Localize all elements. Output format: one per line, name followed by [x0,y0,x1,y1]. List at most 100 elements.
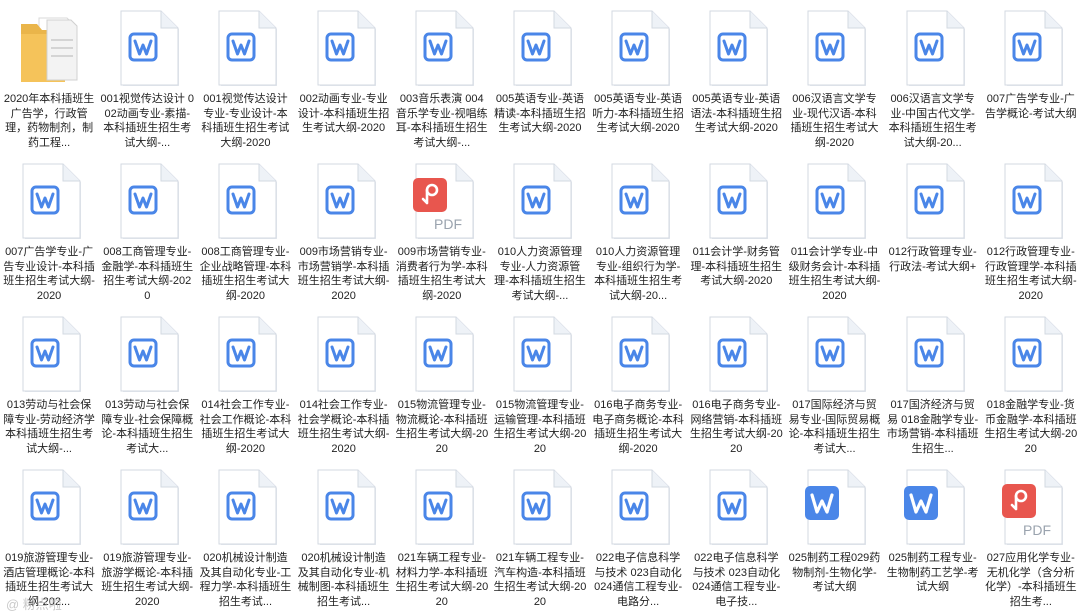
file-name-label: 007广告学专业-广告学概论-考试大纲 [984,93,1077,120]
word-doc-icon [115,163,180,239]
word-doc-icon [999,10,1063,86]
word-doc-icon [213,316,278,392]
file-item[interactable]: 015物流管理专业-运输管理-本科插班生招生考试大纲-2020 [491,306,589,459]
file-item[interactable]: 008工商管理专业-企业战略管理-本科插班生招生考试大纲-2020 [196,153,294,306]
word-doc-icon [802,10,867,86]
word-doc-icon [999,163,1063,239]
file-name-label: 016电子商务专业-电子商务概论-本科插班生招生考试大纲-2020 [592,399,684,455]
file-item[interactable]: 013劳动与社会保障专业-劳动经济学本科插班生招生考试大纲-... [0,306,98,459]
file-item[interactable]: 014社会工作专业-社会学概论-本科插班生招生考试大纲-2020 [295,306,393,459]
word-doc-icon [606,10,671,86]
word-doc-icon [508,316,572,392]
file-item[interactable]: 001视觉传达设计专业-专业设计-本科插班生招生考试大纲-2020 [196,0,294,153]
file-name-label: 010人力资源管理专业-组织行为学-本科插班生招生考试大纲-20... [594,246,683,302]
file-item[interactable]: 014社会工作专业-社会工作概论-本科插班生招生考试大纲-2020 [196,306,294,459]
file-item[interactable]: 2020年本科插班生广告学，行政管理，药物制剂，制药工程... [0,0,98,153]
file-item[interactable]: 005英语专业-英语听力-本科插班生招生考试大纲-2020 [589,0,687,153]
file-item[interactable]: 009市场营销专业-市场营销学-本科插班生招生考试大纲-2020 [295,153,393,306]
word-doc-icon [802,163,867,239]
file-item[interactable]: 018金融学专业-货币金融学-本科插班生招生考试大纲-2020 [982,306,1080,459]
file-item[interactable]: 003音乐表演 004音乐学专业-视唱练耳-本科插班生招生考试大纲-... [393,0,491,153]
file-item[interactable]: 016电子商务专业-电子商务概论-本科插班生招生考试大纲-2020 [589,306,687,459]
file-name-label: 006汉语言文学专业-现代汉语-本科插班生招生考试大纲-2020 [790,93,879,149]
word-doc-icon [410,316,474,392]
file-item[interactable]: 022电子信息科学与技术 023自动化 024通信工程专业-电子技... [687,459,785,612]
file-name-label: 010人力资源管理专业-人力资源管理-本科插班生招生考试大纲-... [494,246,586,302]
file-item[interactable]: 012行政管理专业-行政管理学-本科插班生招生考试大纲-2020 [982,153,1080,306]
pdf-doc-icon: PDF [410,163,474,239]
word-doc-icon [115,469,180,545]
file-item[interactable]: 015物流管理专业-物流概论-本科插班生招生考试大纲-2020 [393,306,491,459]
file-item[interactable]: 022电子信息科学与技术 023自动化 024通信工程专业-电路分... [589,459,687,612]
word-doc-icon [606,163,671,239]
file-item[interactable]: 006汉语言文学专业-现代汉语-本科插班生招生考试大纲-2020 [785,0,883,153]
file-item[interactable]: 017国际经济与贸易专业-国际贸易概论-本科插班生招生考试大... [785,306,883,459]
file-item[interactable]: 025制药工程029药物制剂-生物化学-考试大纲 [785,459,883,612]
file-item[interactable]: 010人力资源管理专业-组织行为学-本科插班生招生考试大纲-20... [589,153,687,306]
word-doc-icon [704,163,769,239]
file-item[interactable]: 019旅游管理专业-酒店管理概论-本科插班生招生考试大纲-202... [0,459,98,612]
word-doc-icon [213,163,278,239]
file-item[interactable]: 005英语专业-英语语法-本科插班生招生考试大纲-2020 [687,0,785,153]
file-item[interactable]: 011会计学-财务管理-本科插班生招生考试大纲-2020 [687,153,785,306]
file-name-label: 012行政管理专业-行政法-考试大纲+ [888,246,977,273]
file-name-label: 005英语专业-英语精读-本科插班生招生考试大纲-2020 [494,93,586,135]
file-item[interactable]: 002动画专业-专业设计-本科插班生招生考试大纲-2020 [295,0,393,153]
file-item[interactable]: 019旅游管理专业-旅游学概论-本科插班生招生考试大纲-2020 [98,459,196,612]
word-doc-icon [901,469,965,545]
word-doc-icon [704,316,769,392]
file-item[interactable]: PDF 027应用化学专业-无机化学（含分析化学）-本科插班生招生考... [982,459,1080,612]
file-name-label: 022电子信息科学与技术 023自动化 024通信工程专业-电子技... [692,552,781,608]
file-item[interactable]: 021车辆工程专业-材料力学-本科插班生招生考试大纲-2020 [393,459,491,612]
file-name-label: 001视觉传达设计专业-专业设计-本科插班生招生考试大纲-2020 [201,93,290,149]
file-name-label: 025制药工程029药物制剂-生物化学-考试大纲 [788,552,881,594]
file-name-label: 020机械设计制造及其自动化专业-工程力学-本科插班生招生考试... [199,552,292,608]
file-item[interactable]: 008工商管理专业-金融学-本科插班生招生考试大纲-2020 [98,153,196,306]
file-name-label: 022电子信息科学与技术 023自动化 024通信工程专业-电路分... [594,552,683,608]
file-item[interactable]: 020机械设计制造及其自动化专业-工程力学-本科插班生招生考试... [196,459,294,612]
file-name-label: 2020年本科插班生广告学，行政管理，药物制剂，制药工程... [3,93,95,149]
word-doc-icon [901,163,965,239]
file-item[interactable]: 005英语专业-英语精读-本科插班生招生考试大纲-2020 [491,0,589,153]
file-name-label: 009市场营销专业-市场营销学-本科插班生招生考试大纲-2020 [297,246,390,302]
file-item[interactable]: 020机械设计制造及其自动化专业-机械制图-本科插班生招生考试... [295,459,393,612]
word-doc-icon [410,469,474,545]
file-item[interactable]: 013劳动与社会保障专业-社会保障概论-本科插班生招生考试大... [98,306,196,459]
pdf-doc-icon: PDF [999,469,1063,545]
file-name-label: 003音乐表演 004音乐学专业-视唱练耳-本科插班生招生考试大纲-... [395,93,488,149]
file-item[interactable]: 001视觉传达设计 002动画专业-素描-本科插班生招生考试大纲-... [98,0,196,153]
word-doc-icon [704,469,769,545]
file-name-label: 019旅游管理专业-酒店管理概论-本科插班生招生考试大纲-202... [3,552,95,608]
file-item[interactable]: 007广告学专业-广告专业设计-本科插班生招生考试大纲-2020 [0,153,98,306]
word-doc-icon [312,10,376,86]
file-item[interactable]: 007广告学专业-广告学概论-考试大纲 [982,0,1080,153]
file-grid: 2020年本科插班生广告学，行政管理，药物制剂，制药工程... 001视觉传达设计… [0,0,1080,615]
word-doc-icon [410,10,474,86]
file-item[interactable]: 025制药工程专业-生物制药工艺学-考试大纲 [884,459,982,612]
word-doc-icon [606,316,671,392]
file-name-label: 013劳动与社会保障专业-社会保障概论-本科插班生招生考试大... [101,399,194,455]
file-item[interactable]: 021车辆工程专业-汽车构造-本科插班生招生考试大纲-2020 [491,459,589,612]
word-doc-icon [999,316,1063,392]
word-doc-icon [508,163,572,239]
word-doc-icon [115,316,180,392]
file-name-label: 012行政管理专业-行政管理学-本科插班生招生考试大纲-2020 [984,246,1077,302]
file-name-label: 018金融学专业-货币金融学-本科插班生招生考试大纲-2020 [984,399,1078,455]
file-name-label: 011会计学-财务管理-本科插班生招生考试大纲-2020 [690,246,783,288]
file-item[interactable]: 016电子商务专业-网络营销-本科插班生招生考试大纲-2020 [687,306,785,459]
file-name-label: 015物流管理专业-物流概论-本科插班生招生考试大纲-2020 [395,399,489,455]
file-item[interactable]: 017国济经济与贸易 018金融学专业-市场营销-本科插班生招生... [884,306,982,459]
file-item[interactable]: 012行政管理专业-行政法-考试大纲+ [884,153,982,306]
word-doc-icon [17,316,82,392]
folder-icon [17,10,81,86]
file-name-label: 020机械设计制造及其自动化专业-机械制图-本科插班生招生考试... [297,552,390,608]
file-name-label: 017国际经济与贸易专业-国际贸易概论-本科插班生招生考试大... [788,399,881,455]
file-item[interactable]: PDF 009市场营销专业-消费者行为学-本科插班生招生考试大纲-2020 [393,153,491,306]
file-name-label: 021车辆工程专业-材料力学-本科插班生招生考试大纲-2020 [395,552,489,608]
svg-text:PDF: PDF [434,216,462,232]
file-name-label: 001视觉传达设计 002动画专业-素描-本科插班生招生考试大纲-... [100,93,195,149]
file-item[interactable]: 011会计学专业-中级财务会计-本科插班生招生考试大纲-2020 [785,153,883,306]
file-item[interactable]: 010人力资源管理专业-人力资源管理-本科插班生招生考试大纲-... [491,153,589,306]
file-item[interactable]: 006汉语言文学专业-中国古代文学-本科插班生招生考试大纲-20... [884,0,982,153]
word-doc-icon [704,10,769,86]
